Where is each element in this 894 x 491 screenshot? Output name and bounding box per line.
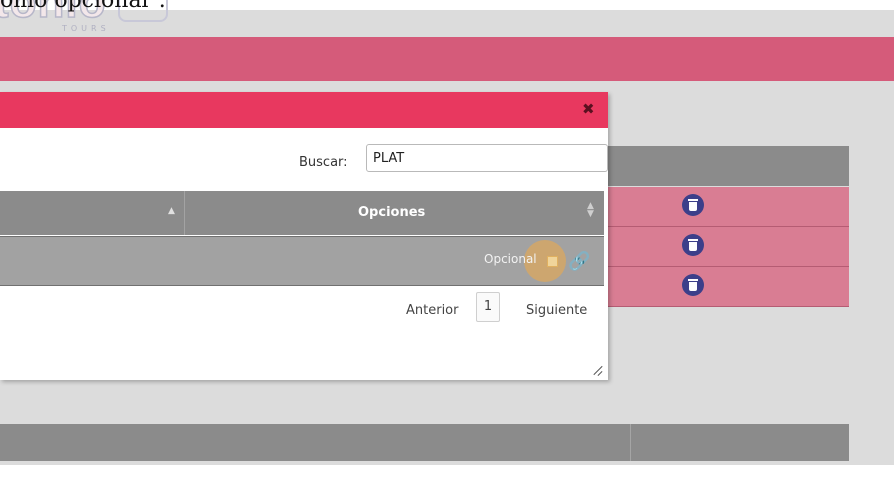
table-header: ▲ Opciones ▲ ▼ bbox=[0, 191, 604, 235]
background-table-row bbox=[600, 187, 849, 227]
pagination-page-1[interactable]: 1 bbox=[476, 292, 500, 322]
footer-divider bbox=[630, 424, 631, 461]
search-input[interactable] bbox=[366, 144, 608, 172]
optional-label: Opcional bbox=[484, 252, 537, 266]
background-table-header bbox=[600, 146, 849, 186]
link-icon[interactable]: 🔗 bbox=[568, 251, 590, 272]
search-label: Buscar: bbox=[299, 155, 348, 170]
trash-icon[interactable] bbox=[682, 234, 704, 256]
trash-icon[interactable] bbox=[682, 274, 704, 296]
background-table-row bbox=[600, 227, 849, 267]
options-modal: ✖ Buscar: ▲ Opciones ▲▼ Opcional 🔗 Anter… bbox=[0, 92, 608, 380]
logo-tagline: TOURS bbox=[62, 24, 110, 33]
sort-asc-icon[interactable]: ▲ bbox=[168, 206, 175, 216]
optional-checkbox[interactable] bbox=[547, 256, 558, 267]
table-row: Opcional 🔗 bbox=[0, 236, 604, 286]
column-divider bbox=[184, 191, 185, 235]
modal-header: ✖ bbox=[0, 92, 608, 128]
pagination-next[interactable]: Siguiente bbox=[526, 303, 587, 318]
background-footer-bar bbox=[0, 424, 849, 461]
tutorial-caption: omo opcional". bbox=[0, 0, 166, 13]
sort-both-icon[interactable]: ▲ ▼ bbox=[587, 202, 594, 219]
resize-handle-icon[interactable] bbox=[592, 364, 604, 376]
background-table-row bbox=[600, 267, 849, 307]
pagination-previous[interactable]: Anterior bbox=[406, 303, 458, 318]
trash-icon[interactable] bbox=[682, 194, 704, 216]
app-header-bar bbox=[0, 37, 894, 81]
close-icon[interactable]: ✖ bbox=[582, 100, 595, 118]
column-header-options[interactable]: Opciones bbox=[358, 205, 425, 220]
